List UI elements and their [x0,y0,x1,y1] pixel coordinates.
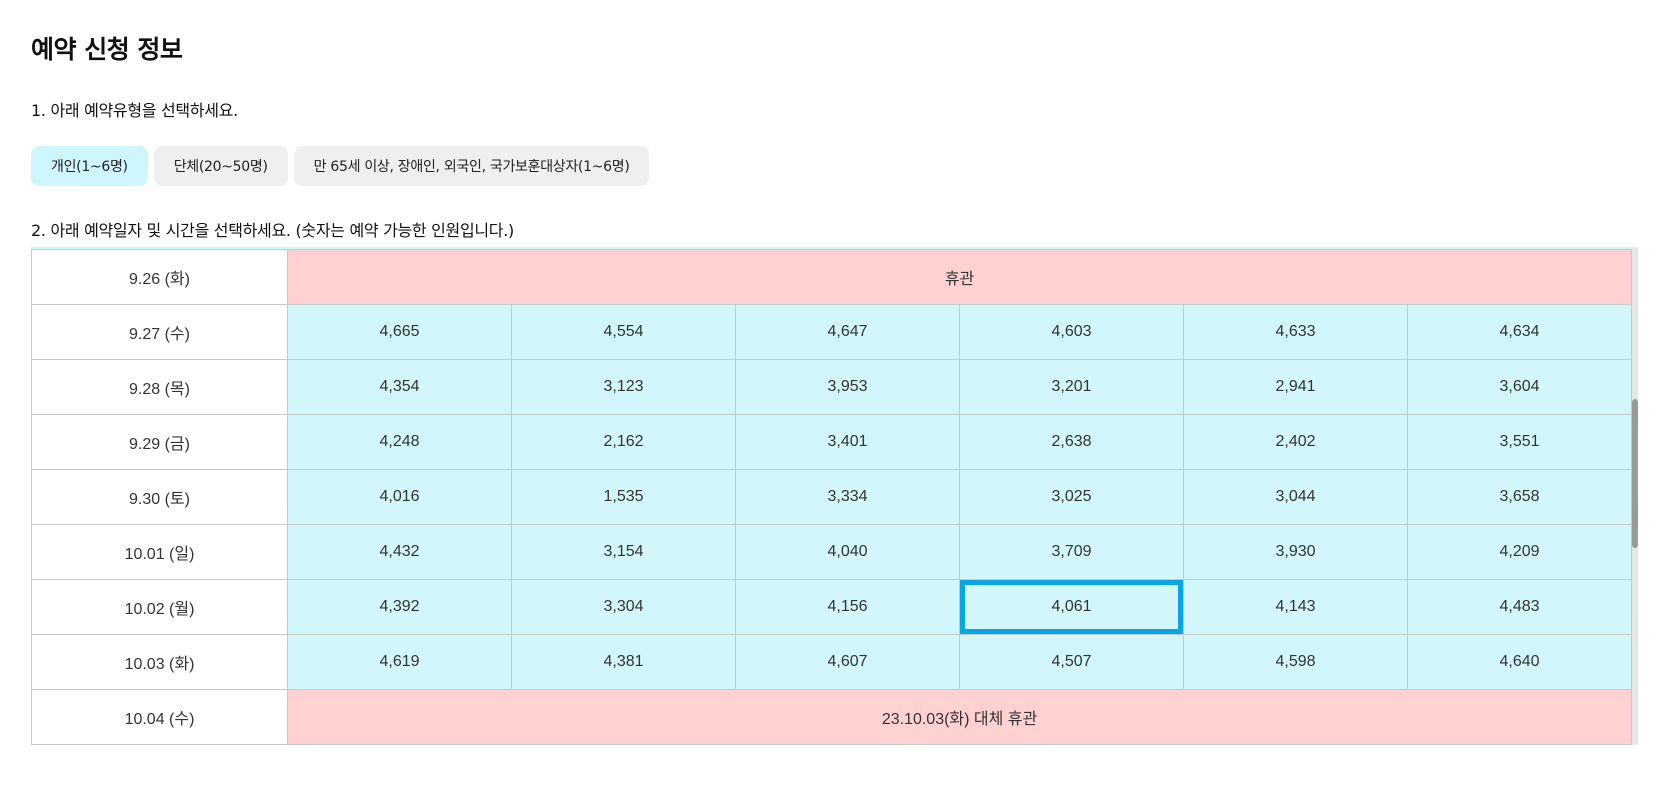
time-slot-cell[interactable]: 4,156 [735,579,960,635]
closed-day-cell: 23.10.03(화) 대체 휴관 [286,689,1633,745]
date-cell: 10.01 (일) [31,524,288,580]
time-slot-cell[interactable]: 3,334 [735,469,960,525]
step-1-instruction: 1. 아래 예약유형을 선택하세요. [31,101,238,120]
time-slot-cell[interactable]: 4,040 [735,524,960,580]
closed-day-cell: 휴관 [286,249,1633,305]
date-cell: 9.29 (금) [31,414,288,470]
time-slot-cell[interactable]: 3,709 [959,524,1184,580]
time-slot-cell[interactable]: 4,603 [959,304,1184,360]
time-slot-cell[interactable]: 4,432 [287,524,512,580]
time-slot-cell[interactable]: 4,248 [287,414,512,470]
schedule-row: 9.27 (수) 4,665 4,554 4,647 4,603 4,633 4,634 [31,304,1633,360]
type-priority-button[interactable]: 만 65세 이상, 장애인, 외국인, 국가보훈대상자(1~6명) [293,146,650,186]
reservation-type-selector: 개인(1~6명) 단체(20~50명) 만 65세 이상, 장애인, 외국인, … [31,146,650,186]
time-slot-cell[interactable]: 4,507 [959,634,1184,690]
time-slot-cell[interactable]: 4,619 [287,634,512,690]
time-slot-cell[interactable]: 4,354 [287,359,512,415]
time-slot-cell[interactable]: 3,304 [511,579,736,635]
schedule-row: 10.03 (화) 4,619 4,381 4,607 4,507 4,598 4,640 [31,634,1633,690]
schedule-row: 10.02 (월) 4,392 3,304 4,156 4,061 4,143 4,483 [31,579,1633,635]
time-slot-cell[interactable]: 3,154 [511,524,736,580]
date-cell: 10.03 (화) [31,634,288,690]
schedule-row: 10.01 (일) 4,432 3,154 4,040 3,709 3,930 4,209 [31,524,1633,580]
schedule-row: 10.04 (수) 23.10.03(화) 대체 휴관 [31,689,1633,745]
time-slot-cell[interactable]: 4,143 [1183,579,1408,635]
time-slot-cell[interactable]: 4,598 [1183,634,1408,690]
time-slot-cell[interactable]: 3,953 [735,359,960,415]
time-slot-cell[interactable]: 3,604 [1406,359,1633,415]
time-slot-cell[interactable]: 3,201 [959,359,1184,415]
scrollbar-thumb[interactable] [1632,399,1638,548]
time-slot-cell[interactable]: 4,633 [1183,304,1408,360]
schedule-row: 9.28 (목) 4,354 3,123 3,953 3,201 2,941 3,604 [31,359,1633,415]
time-slot-cell[interactable]: 2,941 [1183,359,1408,415]
type-group-button[interactable]: 단체(20~50명) [153,146,288,186]
schedule-row: 9.29 (금) 4,248 2,162 3,401 2,638 2,402 3,551 [31,414,1633,470]
reservation-page: 예약 신청 정보 1. 아래 예약유형을 선택하세요. 개인(1~6명) 단체(… [0,0,1659,801]
schedule-table: 9.26 (화) 휴관 9.27 (수) 4,665 4,554 4,647 4,603 4,… [31,249,1633,745]
time-slot-cell[interactable]: 4,392 [287,579,512,635]
time-slot-cell[interactable]: 2,638 [959,414,1184,470]
time-slot-cell[interactable]: 3,123 [511,359,736,415]
schedule-row: 9.26 (화) 휴관 [31,249,1633,305]
time-slot-cell[interactable]: 4,554 [511,304,736,360]
time-slot-cell[interactable]: 2,162 [511,414,736,470]
time-slot-cell-selected[interactable]: 4,061 [959,579,1184,635]
schedule-table-container: 9.26 (화) 휴관 9.27 (수) 4,665 4,554 4,647 4,603 4,… [31,247,1637,747]
time-slot-cell[interactable]: 4,209 [1406,524,1633,580]
time-slot-cell[interactable]: 4,016 [287,469,512,525]
time-slot-cell[interactable]: 3,658 [1406,469,1633,525]
date-cell: 9.26 (화) [31,249,288,305]
page-title: 예약 신청 정보 [31,35,183,64]
time-slot-cell[interactable]: 4,647 [735,304,960,360]
step-2-instruction: 2. 아래 예약일자 및 시간을 선택하세요. (숫자는 예약 가능한 인원입니… [31,221,514,240]
time-slot-cell[interactable]: 3,044 [1183,469,1408,525]
date-cell: 10.02 (월) [31,579,288,635]
time-slot-cell[interactable]: 4,640 [1406,634,1633,690]
time-slot-cell[interactable]: 4,483 [1406,579,1633,635]
date-cell: 9.28 (목) [31,359,288,415]
time-slot-cell[interactable]: 4,381 [511,634,736,690]
type-individual-button[interactable]: 개인(1~6명) [31,146,148,186]
time-slot-cell[interactable]: 3,025 [959,469,1184,525]
time-slot-cell[interactable]: 4,665 [287,304,512,360]
time-slot-cell[interactable]: 1,535 [511,469,736,525]
schedule-row: 9.30 (토) 4,016 1,535 3,334 3,025 3,044 3,658 [31,469,1633,525]
time-slot-cell[interactable]: 3,551 [1406,414,1633,470]
vertical-scrollbar[interactable] [1632,247,1638,745]
time-slot-cell[interactable]: 4,634 [1406,304,1633,360]
time-slot-cell[interactable]: 2,402 [1183,414,1408,470]
time-slot-cell[interactable]: 4,607 [735,634,960,690]
date-cell: 9.30 (토) [31,469,288,525]
date-cell: 9.27 (수) [31,304,288,360]
time-slot-cell[interactable]: 3,401 [735,414,960,470]
time-slot-cell[interactable]: 3,930 [1183,524,1408,580]
date-cell: 10.04 (수) [31,689,288,745]
